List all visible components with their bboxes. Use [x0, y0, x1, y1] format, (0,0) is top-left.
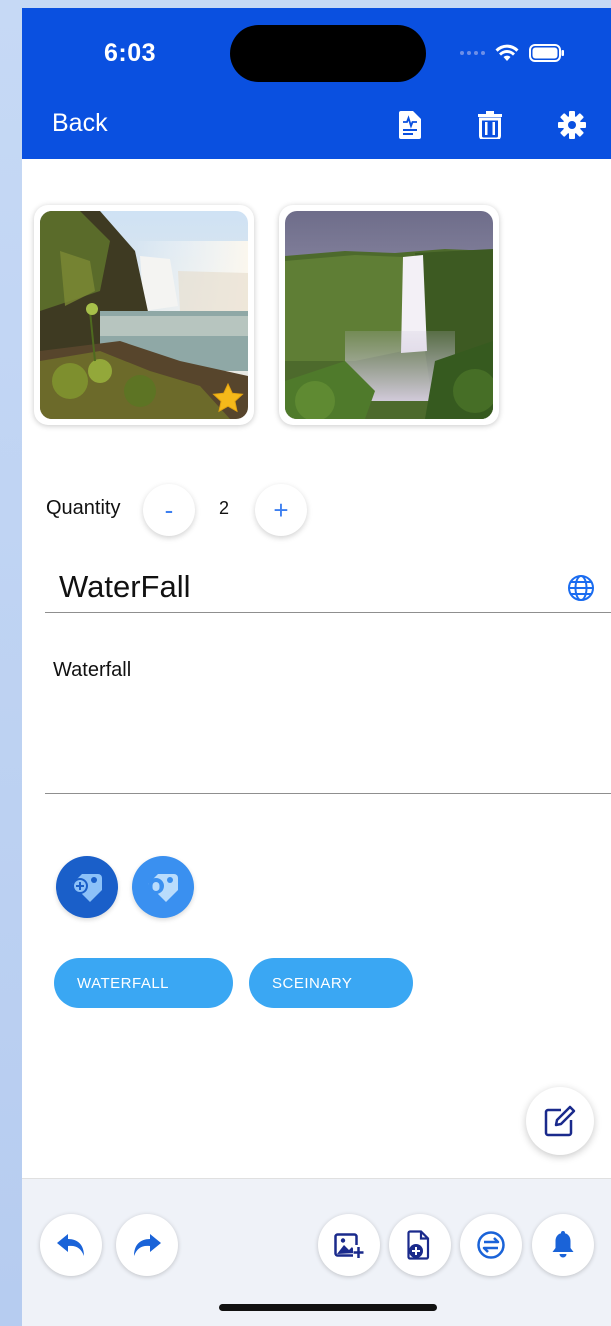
battery-icon	[529, 44, 564, 62]
edit-icon	[544, 1105, 576, 1137]
gear-icon[interactable]	[556, 108, 588, 142]
undo-icon	[57, 1234, 84, 1256]
waterfall-photo	[40, 211, 248, 419]
globe-icon[interactable]	[567, 574, 595, 602]
redo-icon	[134, 1234, 161, 1256]
undo-button[interactable]	[40, 1214, 102, 1276]
notification-button[interactable]	[532, 1214, 594, 1276]
tag-chip[interactable]: WATERFALL	[54, 958, 233, 1008]
quantity-increment-button[interactable]: +	[255, 484, 307, 536]
tag-icon	[148, 874, 178, 902]
description-field[interactable]: Waterfall	[45, 648, 611, 794]
add-image-button[interactable]	[318, 1214, 380, 1276]
home-indicator	[219, 1304, 437, 1311]
quantity-label: Quantity	[46, 497, 121, 519]
tag-chip[interactable]: SCEINARY	[249, 958, 413, 1008]
dynamic-island	[230, 25, 426, 82]
signal-icon	[460, 51, 485, 55]
add-image-icon	[334, 1233, 364, 1259]
add-document-button[interactable]	[389, 1214, 451, 1276]
title-input[interactable]	[45, 561, 611, 613]
wifi-icon	[495, 44, 519, 61]
add-document-icon	[407, 1230, 430, 1260]
add-tag-button[interactable]	[56, 856, 118, 918]
redo-button[interactable]	[116, 1214, 178, 1276]
quantity-decrement-button[interactable]: -	[143, 484, 195, 536]
screen: 6:03 Back Quantity - 2 + WaterFall Water…	[22, 8, 611, 1326]
report-icon[interactable]	[394, 108, 426, 142]
status-time: 6:03	[104, 39, 157, 67]
bell-icon	[552, 1231, 574, 1258]
back-button[interactable]: Back	[52, 109, 108, 138]
quantity-value: 2	[219, 498, 230, 518]
tag-options-button[interactable]	[132, 856, 194, 918]
trash-icon[interactable]	[474, 108, 506, 142]
transfer-button[interactable]	[460, 1214, 522, 1276]
swap-icon	[477, 1231, 505, 1259]
favorite-star-icon[interactable]	[212, 383, 244, 413]
add-tag-icon	[72, 874, 102, 902]
image-thumbnail-2[interactable]	[279, 205, 499, 425]
edit-button[interactable]	[526, 1087, 594, 1155]
waterfall-photo	[285, 211, 493, 419]
app-header: 6:03 Back	[22, 8, 611, 159]
status-icons	[460, 40, 565, 66]
image-thumbnail-1[interactable]	[34, 205, 254, 425]
